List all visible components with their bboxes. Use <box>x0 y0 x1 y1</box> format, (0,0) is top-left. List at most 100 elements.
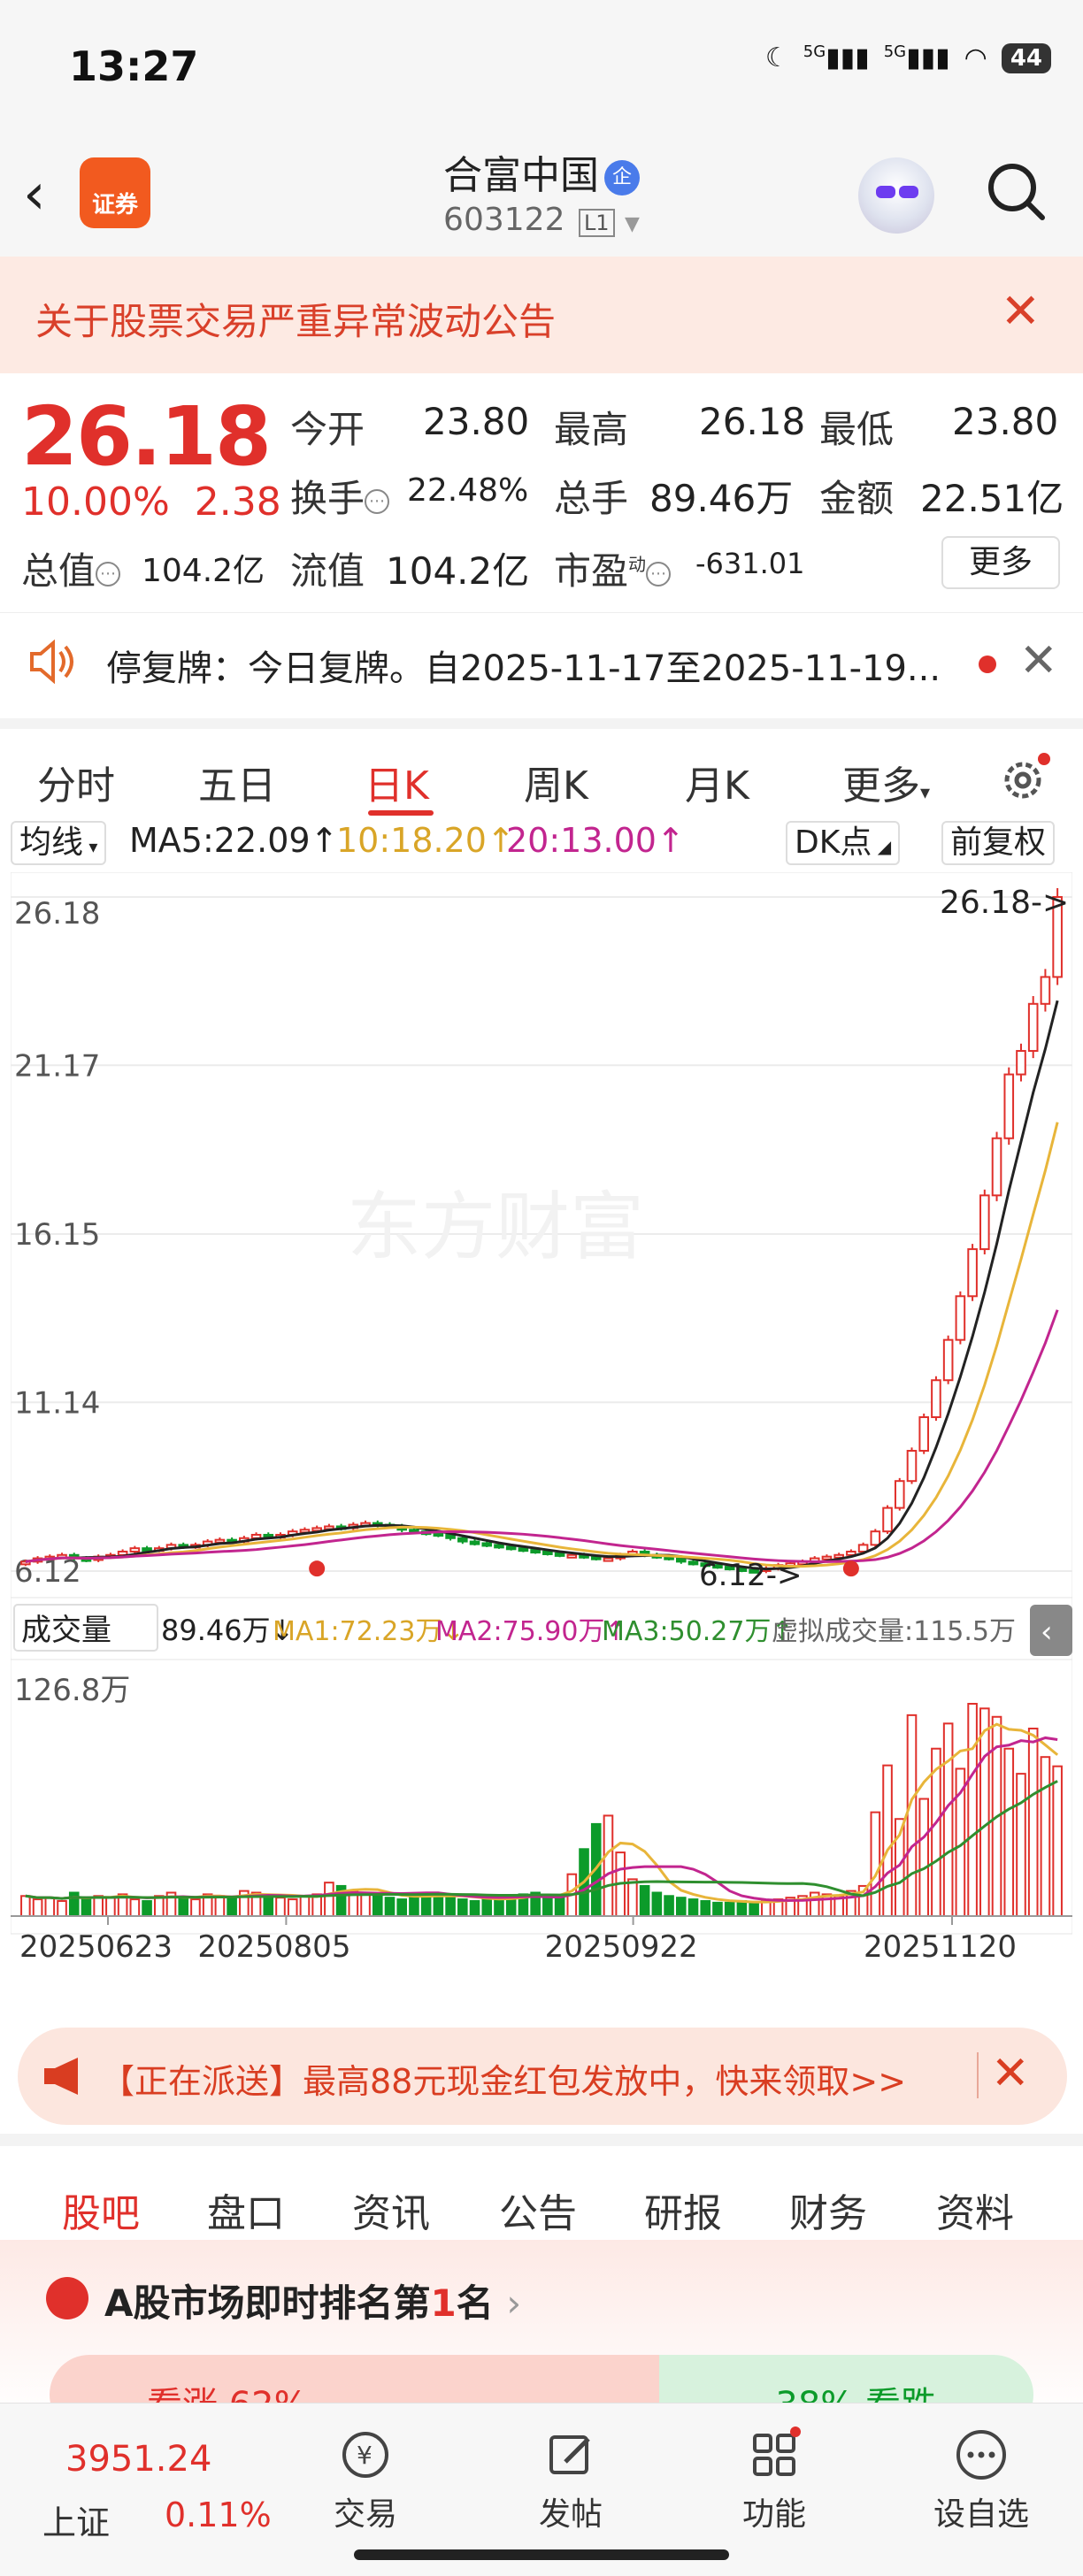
volume-bar <box>263 1895 274 1918</box>
adjust-button[interactable]: 前复权 <box>941 821 1056 865</box>
nav-add-watchlist[interactable]: 设自选 <box>915 2426 1048 2534</box>
volume-bar <box>651 1891 663 1918</box>
last-price-label: 26.18-> <box>940 885 1069 921</box>
open-label: 今开 <box>290 408 365 451</box>
volume-bar <box>724 1901 735 1917</box>
candle-body <box>142 1547 152 1552</box>
volume-bar <box>918 1798 930 1918</box>
ma20-value: 20:13.00↑ <box>506 821 685 860</box>
price-tick-label: 16.15 <box>14 1217 100 1253</box>
promo-text: 【正在派送】最高88元现金红包发放中，快来领取>> <box>101 2062 907 2101</box>
notice-text: 关于股票交易严重异常波动公告 <box>35 300 557 343</box>
index-name[interactable]: 上证 <box>42 2496 110 2544</box>
ma-selector[interactable]: 均线 ▾ <box>11 821 107 865</box>
volume-bar <box>687 1898 699 1917</box>
candle-body <box>117 1550 128 1556</box>
volume-bar <box>882 1764 893 1918</box>
volume-bar <box>20 1895 31 1918</box>
dk-point-button[interactable]: DK点 ◢ <box>786 821 901 865</box>
nav-trade[interactable]: ¥ 交易 <box>299 2426 432 2534</box>
candle-body <box>505 1545 517 1551</box>
candle-body <box>687 1560 699 1566</box>
volume-bar <box>178 1897 189 1917</box>
tab-announcements[interactable]: 公告 <box>499 2181 577 2238</box>
tab-monthly-k[interactable]: 月K <box>685 754 749 810</box>
volume-bar <box>445 1897 456 1917</box>
volume-bar <box>979 1707 990 1917</box>
volume-bar <box>129 1898 141 1917</box>
kline-chart[interactable]: 东方财富 26.1821.1716.1511.146.12 26.18-> 6.… <box>11 872 1072 2005</box>
volume-bar <box>736 1899 748 1918</box>
candle-body <box>942 1338 954 1382</box>
candle-body <box>955 1295 966 1341</box>
tab-research[interactable]: 研报 <box>644 2181 722 2238</box>
tab-daily-k[interactable]: 日K <box>365 754 429 810</box>
tab-guba[interactable]: 股吧 <box>62 2181 140 2238</box>
signal-dot <box>842 1560 859 1577</box>
volume-bar <box>967 1703 978 1917</box>
tab-weekly-k[interactable]: 周K <box>524 754 588 810</box>
candle-body <box>906 1450 918 1483</box>
x-tick-label: 20251120 <box>864 1929 1017 1965</box>
volume-bar <box>287 1898 298 1917</box>
nav-post[interactable]: 发帖 <box>504 2426 637 2534</box>
volume-bar <box>481 1898 493 1917</box>
volume-bar <box>93 1895 104 1918</box>
volume-bar <box>81 1898 92 1917</box>
suspension-announcement[interactable]: 停复牌：今日复牌。自2025-11-17至2025-11-19... ✕ <box>0 612 1083 709</box>
candle-body <box>931 1379 941 1419</box>
index-change[interactable]: 0.11% <box>165 2496 272 2534</box>
candle-body <box>542 1550 553 1555</box>
candle-body <box>554 1552 565 1557</box>
candle-body <box>469 1540 480 1545</box>
index-value[interactable]: 3951.24 <box>65 2439 211 2480</box>
volume-bar <box>409 1895 419 1918</box>
tab-pankou[interactable]: 盘口 <box>207 2181 285 2238</box>
tab-more[interactable]: 更多▾ <box>842 754 930 810</box>
assistant-robot-icon[interactable] <box>858 157 934 234</box>
volume-bar <box>675 1897 687 1917</box>
volume-label: 总手 <box>554 477 629 520</box>
close-icon[interactable]: ✕ <box>1019 634 1058 687</box>
open-value: 23.80 <box>423 400 530 443</box>
tab-five-day[interactable]: 五日 <box>198 754 276 810</box>
tab-intraday[interactable]: 分时 <box>37 754 115 810</box>
wifi-icon: ◠ <box>964 42 987 73</box>
close-icon[interactable]: ✕ <box>991 2047 1030 2100</box>
market-ranking-card[interactable]: A股市场即时排名第1名 › 看涨 62% 38% 看跌 <box>0 2240 1083 2434</box>
candle-body <box>1040 976 1051 1005</box>
more-circle-icon <box>956 2430 1006 2480</box>
stock-header: ‹ 证券 合富中国企 603122 L1 ▼ <box>0 133 1083 257</box>
volume-bar <box>142 1899 152 1918</box>
volume-max-label: 126.8万 <box>14 1673 130 1708</box>
abnormal-notice-bar[interactable]: 关于股票交易严重异常波动公告 ✕ <box>0 257 1083 373</box>
promo-banner[interactable]: 【正在派送】最高88元现金红包发放中，快来领取>> ✕ <box>18 2028 1067 2125</box>
ma5-value: MA5:22.09↑ <box>129 821 339 860</box>
float-value: 104.2亿 <box>386 549 530 593</box>
x-tick-label: 20250805 <box>197 1929 350 1965</box>
vol-ma2: MA2:75.90万↑ <box>435 1616 627 1647</box>
volume-bar <box>227 1897 237 1917</box>
tab-finance[interactable]: 财务 <box>789 2181 867 2238</box>
ranking-text: A股市场即时排名第1名 › <box>104 2281 522 2325</box>
signal-icon-2: 5G▮▮▮ <box>883 42 950 73</box>
candle-body <box>882 1506 893 1533</box>
tab-profile[interactable]: 资料 <box>936 2181 1014 2238</box>
high-label: 最高 <box>554 408 629 451</box>
candle-body <box>603 1557 614 1562</box>
volume-bar <box>870 1811 881 1918</box>
more-button[interactable]: 更多 <box>941 536 1060 589</box>
tab-news[interactable]: 资讯 <box>352 2181 430 2238</box>
candle-body <box>481 1542 493 1547</box>
candle-body <box>1003 1073 1015 1139</box>
gear-icon[interactable] <box>996 752 1051 807</box>
nav-functions[interactable]: 功能 <box>708 2426 841 2534</box>
close-icon[interactable]: ✕ <box>1001 283 1041 339</box>
volume-bar <box>942 1722 954 1918</box>
ma10-value: 10:18.20↑ <box>336 821 515 860</box>
signal-icon-1: 5G▮▮▮ <box>803 42 870 73</box>
home-indicator <box>354 2549 729 2560</box>
search-icon[interactable] <box>984 159 1048 223</box>
volume-bar <box>542 1895 553 1918</box>
volume-bar <box>603 1814 614 1917</box>
